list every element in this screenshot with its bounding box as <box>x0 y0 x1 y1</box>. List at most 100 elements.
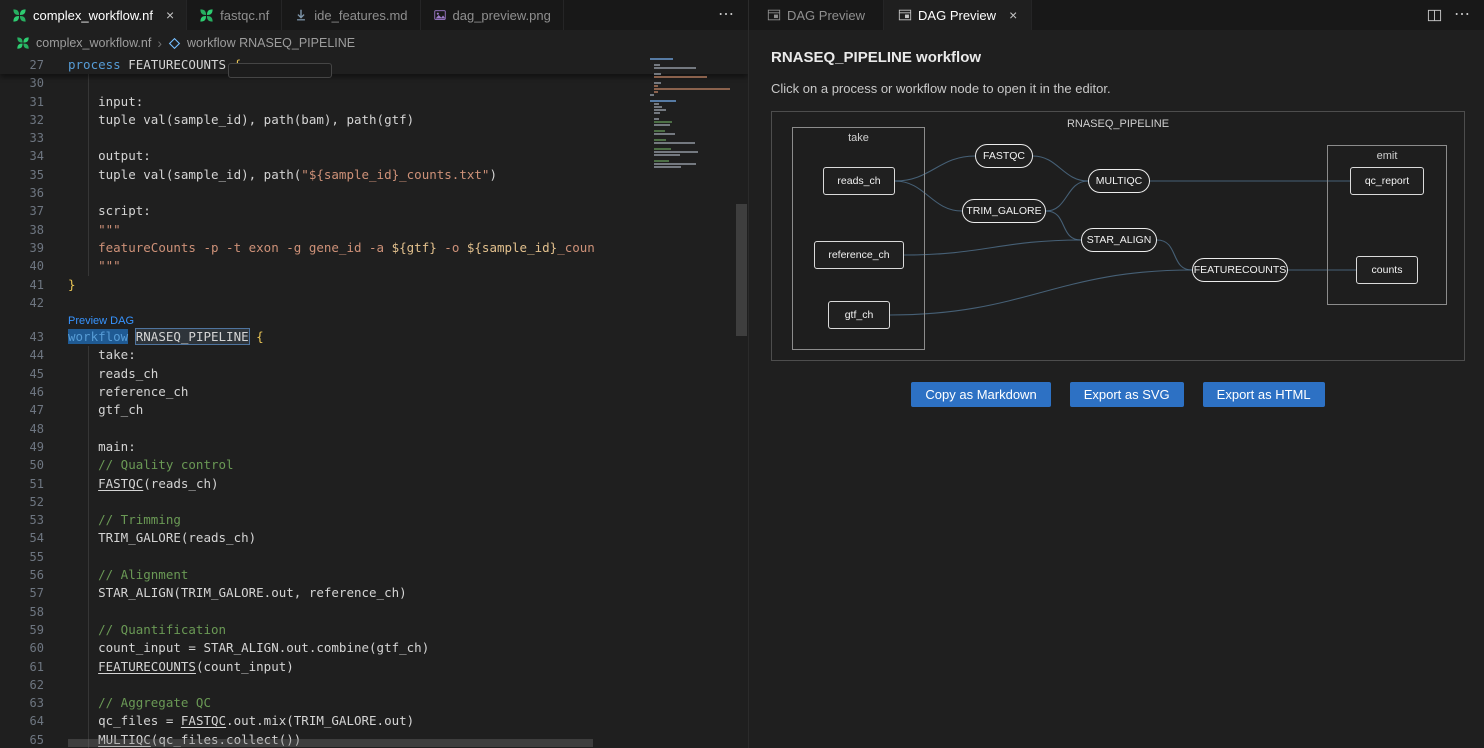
line-content[interactable]: FEATURECOUNTS(count_input) <box>44 658 595 676</box>
vertical-scrollbar[interactable] <box>736 204 747 336</box>
line-content[interactable]: // Trimming <box>44 511 595 529</box>
line-content[interactable] <box>44 420 595 438</box>
line-content[interactable] <box>44 548 595 566</box>
line-content[interactable]: // Aggregate QC <box>44 694 595 712</box>
tab-dag-preview-active[interactable]: DAG Preview × <box>884 0 1032 30</box>
line-number[interactable]: 65 <box>0 731 44 748</box>
line-number[interactable]: 56 <box>0 566 44 584</box>
dag-node-reference_ch[interactable]: reference_ch <box>814 241 904 269</box>
close-icon[interactable]: × <box>1009 8 1017 22</box>
line-content[interactable]: """ <box>44 221 595 239</box>
dag-node-FASTQC[interactable]: FASTQC <box>975 144 1033 168</box>
line-content[interactable] <box>44 676 595 694</box>
export-as-html-button[interactable]: Export as HTML <box>1203 382 1325 407</box>
tab-dag-preview-png[interactable]: dag_preview.png <box>421 0 564 30</box>
line-content[interactable]: take: <box>44 346 595 364</box>
line-number[interactable]: 41 <box>0 276 44 294</box>
dag-node-STAR_ALIGN[interactable]: STAR_ALIGN <box>1081 228 1157 252</box>
minimap[interactable] <box>650 58 734 172</box>
dag-node-TRIM_GALORE[interactable]: TRIM_GALORE <box>962 199 1046 223</box>
line-content[interactable]: // Alignment <box>44 566 595 584</box>
dag-node-FEATURECOUNTS[interactable]: FEATURECOUNTS <box>1192 258 1288 282</box>
line-content[interactable]: tuple val(sample_id), path(bam), path(gt… <box>44 111 595 129</box>
line-number[interactable]: 43 <box>0 328 44 346</box>
line-content[interactable] <box>44 493 595 511</box>
line-number[interactable]: 57 <box>0 584 44 602</box>
line-number[interactable]: 44 <box>0 346 44 364</box>
line-number[interactable]: 33 <box>0 129 44 147</box>
code-editor[interactable]: 27process FEATURECOUNTS {3031 input:32 t… <box>0 56 748 748</box>
tab-complex-workflow-nf[interactable]: complex_workflow.nf × <box>0 0 187 30</box>
dag-node-reads_ch[interactable]: reads_ch <box>823 167 895 195</box>
line-content[interactable]: TRIM_GALORE(reads_ch) <box>44 529 595 547</box>
line-number[interactable]: 35 <box>0 166 44 184</box>
line-number[interactable]: 46 <box>0 383 44 401</box>
tab-dag-preview-background[interactable]: DAG Preview <box>749 0 884 30</box>
line-number[interactable]: 40 <box>0 257 44 275</box>
line-content[interactable]: tuple val(sample_id), path("${sample_id}… <box>44 166 595 184</box>
line-number[interactable]: 27 <box>0 56 44 74</box>
line-number[interactable]: 64 <box>0 712 44 730</box>
line-content[interactable]: reference_ch <box>44 383 595 401</box>
close-icon[interactable]: × <box>166 8 174 22</box>
copy-as-markdown-button[interactable]: Copy as Markdown <box>911 382 1050 407</box>
line-content[interactable]: featureCounts -p -t exon -g gene_id -a $… <box>44 239 595 257</box>
line-content[interactable] <box>44 184 595 202</box>
line-number[interactable]: 47 <box>0 401 44 419</box>
line-content[interactable]: gtf_ch <box>44 401 595 419</box>
line-content[interactable]: qc_files = FASTQC.out.mix(TRIM_GALORE.ou… <box>44 712 595 730</box>
dag-node-qc_report[interactable]: qc_report <box>1350 167 1424 195</box>
line-content[interactable]: output: <box>44 147 595 165</box>
line-content[interactable] <box>44 294 595 312</box>
breadcrumb-file[interactable]: complex_workflow.nf <box>36 36 151 50</box>
more-actions-icon[interactable]: ⋯ <box>1454 7 1470 23</box>
dag-node-counts[interactable]: counts <box>1356 256 1418 284</box>
line-number[interactable]: 53 <box>0 511 44 529</box>
line-number[interactable]: 48 <box>0 420 44 438</box>
line-number[interactable]: 62 <box>0 676 44 694</box>
horizontal-scrollbar[interactable] <box>68 739 593 747</box>
line-number[interactable]: 37 <box>0 202 44 220</box>
line-content[interactable]: count_input = STAR_ALIGN.out.combine(gtf… <box>44 639 595 657</box>
line-content[interactable]: main: <box>44 438 595 456</box>
tab-ide-features-md[interactable]: ide_features.md <box>282 0 420 30</box>
line-content[interactable]: // Quantification <box>44 621 595 639</box>
split-editor-icon[interactable] <box>1427 8 1442 23</box>
line-number[interactable]: 38 <box>0 221 44 239</box>
line-number[interactable]: 51 <box>0 475 44 493</box>
breadcrumb-symbol[interactable]: workflow RNASEQ_PIPELINE <box>187 36 355 50</box>
dag-node-gtf_ch[interactable]: gtf_ch <box>828 301 890 329</box>
line-number[interactable]: 42 <box>0 294 44 312</box>
line-number[interactable]: 31 <box>0 93 44 111</box>
tab-fastqc-nf[interactable]: fastqc.nf <box>187 0 282 30</box>
line-content[interactable]: STAR_ALIGN(TRIM_GALORE.out, reference_ch… <box>44 584 595 602</box>
line-number[interactable]: 30 <box>0 74 44 92</box>
dag-node-MULTIQC[interactable]: MULTIQC <box>1088 169 1150 193</box>
line-content[interactable]: input: <box>44 93 595 111</box>
line-number[interactable]: 50 <box>0 456 44 474</box>
line-number[interactable]: 60 <box>0 639 44 657</box>
line-number[interactable]: 45 <box>0 365 44 383</box>
line-number[interactable]: 58 <box>0 603 44 621</box>
line-number[interactable]: 63 <box>0 694 44 712</box>
line-content[interactable]: reads_ch <box>44 365 595 383</box>
line-number[interactable]: 54 <box>0 529 44 547</box>
line-content[interactable] <box>44 129 595 147</box>
line-number[interactable]: 39 <box>0 239 44 257</box>
line-content[interactable]: } <box>44 276 595 294</box>
line-number[interactable]: 36 <box>0 184 44 202</box>
line-content[interactable]: // Quality control <box>44 456 595 474</box>
line-number[interactable]: 32 <box>0 111 44 129</box>
line-number[interactable]: 59 <box>0 621 44 639</box>
line-content[interactable] <box>44 603 595 621</box>
line-content[interactable]: script: <box>44 202 595 220</box>
line-content[interactable]: """ <box>44 257 595 275</box>
more-actions-icon[interactable]: ⋯ <box>718 7 734 23</box>
line-number[interactable]: 34 <box>0 147 44 165</box>
codelens-preview-dag[interactable]: Preview DAG <box>68 315 134 327</box>
line-number[interactable]: 61 <box>0 658 44 676</box>
line-content[interactable]: workflow RNASEQ_PIPELINE { <box>44 328 595 346</box>
line-number[interactable]: 55 <box>0 548 44 566</box>
line-number[interactable]: 49 <box>0 438 44 456</box>
line-content[interactable]: FASTQC(reads_ch) <box>44 475 595 493</box>
